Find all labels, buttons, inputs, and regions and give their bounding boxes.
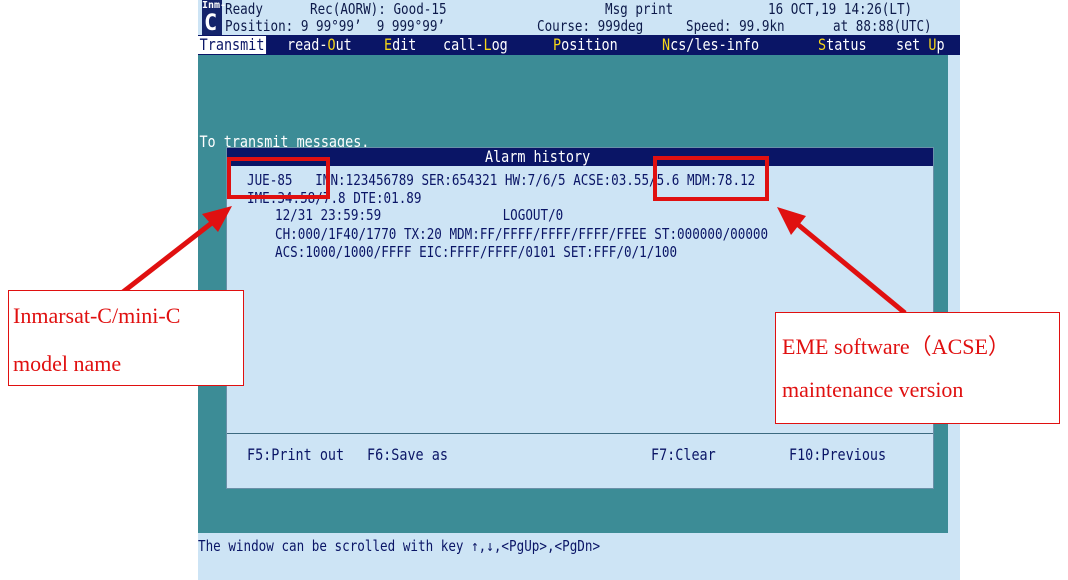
dialog-divider xyxy=(227,433,933,434)
menu-position[interactable]: Position xyxy=(553,36,618,54)
menu-edit[interactable]: Edit xyxy=(384,36,416,54)
alarm-line-4: CH:000/1F40/1770 TX:20 MDM:FF/FFFF/FFFF/… xyxy=(275,225,769,243)
status-position: Position: 9 99°99’ 9 999°99’ xyxy=(225,17,446,35)
logo-letter: C xyxy=(204,11,218,36)
logo-text: Inm- xyxy=(202,0,227,11)
callout-acse-version: EME software（ACSE） maintenance version xyxy=(775,312,1060,424)
callout-left-line2: model name xyxy=(13,351,122,376)
f10-previous-button[interactable]: F10:Previous xyxy=(789,445,886,464)
inmarsat-c-logo: Inm- C xyxy=(202,0,226,36)
menu-status[interactable]: Status xyxy=(818,36,867,54)
scroll-hint: The window can be scrolled with key ↑,↓,… xyxy=(198,537,601,555)
alarm-line-5: ACS:1000/1000/FFFF EIC:FFFF/FFFF/0101 SE… xyxy=(275,243,678,261)
dialog-title-bar: Alarm history xyxy=(227,148,933,166)
status-course: Course: 999deg xyxy=(537,17,644,35)
menu-transmit[interactable]: Transmit xyxy=(198,36,267,54)
menu-ncs-les-info[interactable]: Ncs/les-info xyxy=(662,36,759,54)
status-reception: Rec(AORW): Good-15 xyxy=(310,0,447,18)
highlight-model-name xyxy=(227,157,330,199)
callout-right-line2: maintenance version xyxy=(782,377,964,402)
f6-save-as-button[interactable]: F6:Save as xyxy=(367,445,448,464)
status-speed: Speed: 99.9kn xyxy=(686,17,785,35)
status-message: Msg print xyxy=(605,0,674,18)
dialog-title: Alarm history xyxy=(485,147,591,166)
callout-right-line1: EME software（ACSE） xyxy=(782,334,1010,359)
menu-set-up[interactable]: set Up xyxy=(896,36,945,54)
status-state: Ready xyxy=(225,0,263,18)
menu-call-log[interactable]: call-Log xyxy=(443,36,508,54)
callout-left-line1: Inmarsat-C/mini-C xyxy=(13,303,181,328)
f5-print-out-button[interactable]: F5:Print out xyxy=(247,445,344,464)
main-menu-bar: Transmit read-Out Edit call-Log Position… xyxy=(198,35,960,55)
callout-model-name: Inmarsat-C/mini-C model name xyxy=(8,290,244,386)
status-utc: at 88:88(UTC) xyxy=(833,17,932,35)
alarm-line-3: 12/31 23:59:59 LOGOUT/0 xyxy=(275,206,564,224)
status-local-time: 16 OCT,19 14:26(LT) xyxy=(768,0,913,18)
f7-clear-button[interactable]: F7:Clear xyxy=(651,445,716,464)
highlight-acse-version xyxy=(653,156,769,201)
menu-read-out[interactable]: read-Out xyxy=(287,36,352,54)
